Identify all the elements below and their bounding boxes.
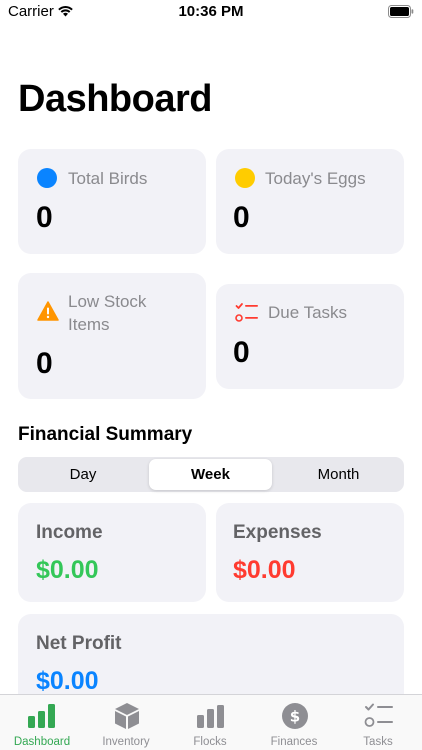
total-birds-label: Total Birds <box>68 169 148 188</box>
low-stock-label-line2: Items <box>68 315 110 334</box>
total-birds-value: 0 <box>36 201 53 234</box>
due-tasks-card[interactable]: Due Tasks 0 <box>216 284 404 389</box>
tab-flocks[interactable]: Flocks <box>168 695 252 750</box>
status-time: 10:36 PM <box>178 3 244 20</box>
box-icon <box>115 703 139 729</box>
tab-inventory-label: Inventory <box>102 736 150 748</box>
period-month-segment[interactable]: Month <box>275 459 402 490</box>
income-value: $0.00 <box>36 556 99 584</box>
income-label: Income <box>36 522 103 543</box>
expenses-card[interactable]: Expenses $0.00 <box>216 503 404 602</box>
period-day-segment[interactable]: Day <box>20 459 146 490</box>
net-profit-value: $0.00 <box>36 667 99 695</box>
tab-finances[interactable]: $ Finances <box>252 695 336 750</box>
svg-text:$: $ <box>290 708 300 726</box>
low-stock-label-line1: Low Stock <box>68 292 147 311</box>
dollar-circle-icon: $ <box>282 703 308 729</box>
status-bar: Carrier 10:36 PM <box>0 0 422 26</box>
income-card[interactable]: Income $0.00 <box>18 503 206 602</box>
yellow-circle-icon <box>235 168 255 193</box>
todays-eggs-value: 0 <box>233 201 250 234</box>
net-profit-label: Net Profit <box>36 633 122 654</box>
tab-tasks[interactable]: Tasks <box>336 695 420 750</box>
flocks-chart-icon <box>197 705 224 728</box>
todays-eggs-card[interactable]: Today's Eggs 0 <box>216 149 404 254</box>
blue-circle-icon <box>37 168 57 193</box>
period-week-segment[interactable]: Week <box>149 459 272 490</box>
tab-tasks-label: Tasks <box>363 736 393 748</box>
financial-summary-title: Financial Summary <box>18 424 193 445</box>
battery-icon <box>388 5 414 23</box>
due-tasks-label: Due Tasks <box>268 303 348 322</box>
low-stock-card[interactable]: Low Stock Items 0 <box>18 273 206 399</box>
warning-triangle-icon <box>37 301 59 326</box>
page-title: Dashboard <box>18 78 212 120</box>
tab-dashboard[interactable]: Dashboard <box>0 695 84 750</box>
period-segmented-control: Day Week Month <box>18 457 404 492</box>
tab-bar: Dashboard Inventory Flocks $ Finances Ta… <box>0 694 422 750</box>
tab-dashboard-label: Dashboard <box>13 736 71 748</box>
due-tasks-value: 0 <box>233 336 250 369</box>
checklist-icon <box>235 302 259 329</box>
expenses-value: $0.00 <box>233 556 296 584</box>
total-birds-card[interactable]: Total Birds 0 <box>18 149 206 254</box>
checklist-icon <box>364 703 393 727</box>
low-stock-value: 0 <box>36 347 53 380</box>
tab-finances-label: Finances <box>270 736 318 748</box>
expenses-label: Expenses <box>233 522 322 543</box>
todays-eggs-label: Today's Eggs <box>265 169 366 188</box>
bar-chart-icon <box>28 704 55 728</box>
tab-inventory[interactable]: Inventory <box>84 695 168 750</box>
tab-flocks-label: Flocks <box>193 736 227 748</box>
